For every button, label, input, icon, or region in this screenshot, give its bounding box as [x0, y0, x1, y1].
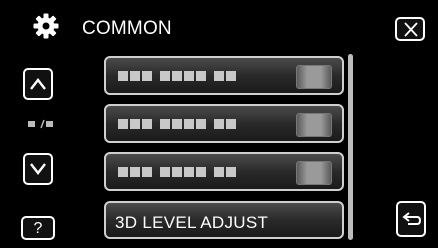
menu-item-2[interactable] [104, 104, 344, 143]
menu-item-3[interactable] [104, 152, 344, 191]
chevron-up-icon [30, 78, 46, 90]
value-indicator [296, 65, 332, 89]
scrollbar[interactable] [348, 54, 353, 240]
chevron-down-icon [30, 163, 46, 175]
scroll-up-button[interactable] [23, 68, 53, 100]
close-button[interactable] [395, 17, 425, 41]
scroll-down-button[interactable] [23, 153, 53, 185]
back-button[interactable] [396, 201, 426, 237]
page-indicator [28, 119, 53, 129]
page-title: COMMON [82, 18, 172, 39]
menu-item-3d-level-adjust[interactable]: 3D LEVEL ADJUST [104, 201, 344, 239]
menu-item-label: 3D LEVEL ADJUST [115, 213, 269, 232]
help-button[interactable]: ? [21, 216, 55, 240]
gear-icon [33, 13, 59, 39]
close-icon [404, 22, 418, 37]
menu-item-1[interactable] [104, 56, 344, 95]
return-arrow-icon [402, 212, 422, 225]
value-indicator [296, 161, 332, 185]
value-indicator [296, 113, 332, 137]
